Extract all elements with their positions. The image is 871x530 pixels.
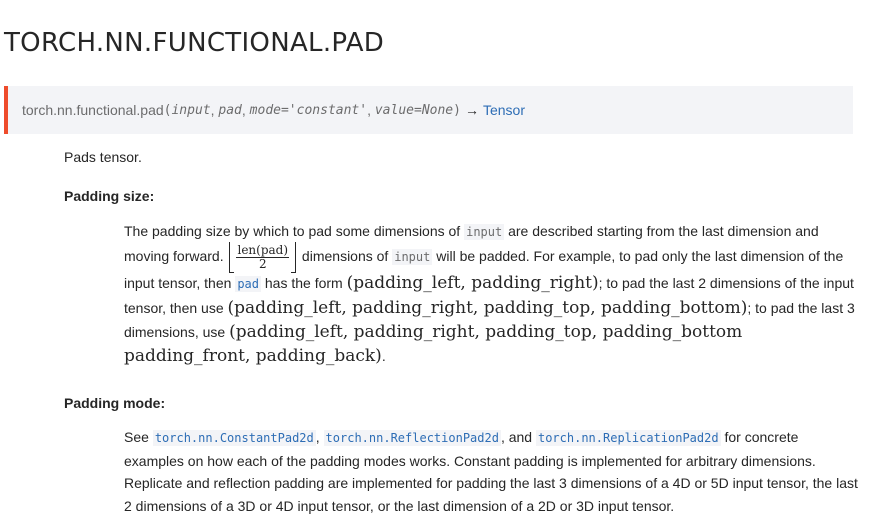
function-signature: torch.nn.functional.pad ( input , pad , … [4,86,853,134]
code-input: input [464,224,505,240]
page-title: TORCH.NN.FUNCTIONAL.PAD [4,28,385,58]
padding-size-heading: Padding size: [64,188,155,204]
return-arrow-icon: → [464,102,479,118]
constantpad2d-link[interactable]: torch.nn.ConstantPad2d [152,429,316,446]
text: . [381,348,386,364]
param-value: value=None [374,102,454,118]
fraction-denominator: 2 [258,257,267,271]
param-mode: mode='constant' [249,102,368,118]
text: The padding size by which to pad some di… [124,223,465,239]
replicationpad2d-link[interactable]: torch.nn.ReplicationPad2d [535,429,721,446]
code-pad-link[interactable]: pad [235,276,261,292]
padding-mode-heading: Padding mode: [64,395,166,411]
param-separator: , [367,102,375,118]
text: has the form [261,275,347,291]
link-code[interactable]: torch.nn.ConstantPad2d [152,430,316,446]
description: Pads tensor. [64,149,142,165]
text: See [124,429,153,445]
padding-mode-paragraph: See torch.nn.ConstantPad2d, torch.nn.Ref… [124,426,858,517]
return-type-link[interactable]: Tensor [483,102,525,118]
code-input: input [392,249,433,266]
math-expression: (padding_left, padding_right) [346,273,599,293]
math-expression: (padding_left, padding_right, padding_to… [227,298,748,318]
text: , and [500,429,536,445]
padding-size-paragraph: The padding size by which to pad some di… [124,219,858,368]
link-code[interactable]: torch.nn.ReplicationPad2d [535,430,721,446]
function-name: torch.nn.functional.pad [22,102,164,118]
link-code[interactable]: torch.nn.ReflectionPad2d [323,430,501,446]
reflectionpad2d-link[interactable]: torch.nn.ReflectionPad2d [323,429,501,446]
param-separator: , [241,102,250,118]
text: , [315,429,324,445]
fraction-numerator: len(pad) [236,243,290,258]
open-paren: ( [163,102,172,118]
param-pad: pad [218,102,242,118]
close-paren: ) [453,102,461,118]
floor-fraction: len(pad) 2 [229,242,297,273]
param-input: input [171,102,211,118]
text: dimensions of [298,248,393,265]
